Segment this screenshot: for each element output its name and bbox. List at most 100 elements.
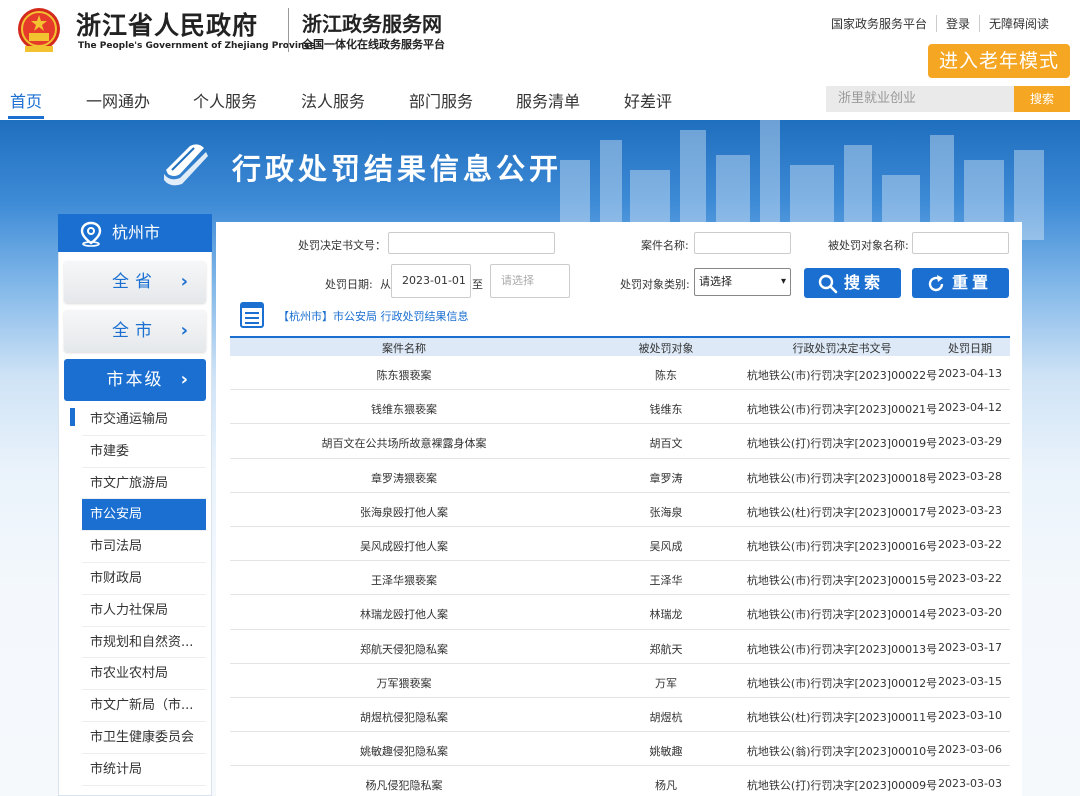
col-doc-no: 行政处罚决定书文号 <box>792 342 892 355</box>
cell-target: 陈东 <box>655 369 677 382</box>
tab-city-level-label: 市本级 <box>106 370 164 390</box>
site-search-input[interactable]: 浙里就业创业 <box>826 86 1014 112</box>
target-name-input[interactable] <box>912 232 1009 254</box>
cell-case-name[interactable]: 章罗涛猥亵案 <box>371 470 437 486</box>
cell-case-name[interactable]: 万军猥亵案 <box>377 675 432 691</box>
sidebar-item-planning-resources[interactable]: 市规划和自然资... <box>82 627 206 659</box>
document-list-icon <box>240 302 264 328</box>
cell-case-name[interactable]: 林瑞龙殴打他人案 <box>360 606 448 622</box>
chevron-right-icon: › <box>180 320 188 341</box>
reset-button-label: 重置 <box>952 273 993 292</box>
cell-doc-no: 杭地铁公(市)行罚决字[2023]00022号 <box>746 369 938 382</box>
search-button-label: 搜索 <box>844 273 885 292</box>
target-name-label: 被处罚对象名称: <box>828 239 909 252</box>
case-name-input[interactable] <box>694 232 791 254</box>
site-search-button[interactable]: 搜索 <box>1014 86 1070 112</box>
cell-date: 2023-03-22 <box>938 572 1002 586</box>
search-button[interactable]: 搜索 <box>804 268 901 298</box>
nav-item-home[interactable]: 首页 <box>10 88 42 112</box>
cell-doc-no: 杭地铁公(市)行罚决字[2023]00018号 <box>746 471 938 485</box>
table-row[interactable]: 王泽华猥亵案 王泽华 杭地铁公(市)行罚决字[2023]00015号 2023-03-… <box>230 561 1010 596</box>
tab-province-label: 全省 <box>112 272 158 292</box>
sidebar-item-agriculture[interactable]: 市农业农村局 <box>82 658 206 691</box>
cell-date: 2023-04-13 <box>938 367 1002 380</box>
elder-mode-button[interactable]: 进入老年模式 <box>928 44 1070 78</box>
col-case-name: 案件名称 <box>382 342 426 355</box>
cell-case-name[interactable]: 胡煜杭侵犯隐私案 <box>360 709 448 725</box>
cell-case-name[interactable]: 姚敏趣侵犯隐私案 <box>360 743 448 759</box>
table-row[interactable]: 钱维东猥亵案 钱维东 杭地铁公(市)行罚决字[2023]00021号 2023-04-… <box>230 390 1010 425</box>
table-row[interactable]: 万军猥亵案 万军 杭地铁公(市)行罚决字[2023]00012号 2023-03-15 <box>230 664 1010 698</box>
nav-item-corporate[interactable]: 法人服务 <box>301 88 365 112</box>
sidebar-item-culture-tourism[interactable]: 市文广旅游局 <box>82 468 206 500</box>
table-row[interactable]: 林瑞龙殴打他人案 林瑞龙 杭地铁公(市)行罚决字[2023]00014号 2023-0… <box>230 595 1010 630</box>
tab-city[interactable]: 全市 › <box>64 310 206 352</box>
tab-province[interactable]: 全省 › <box>64 261 206 303</box>
cell-case-name[interactable]: 王泽华猥亵案 <box>371 572 437 588</box>
sidebar-scrollbar[interactable] <box>70 408 75 426</box>
cell-target: 杨凡 <box>655 779 677 793</box>
table-row[interactable]: 胡煜杭侵犯隐私案 胡煜杭 杭地铁公(杜)行罚决字[2023]00011号 2023-0… <box>230 698 1010 733</box>
book-icon <box>164 144 208 186</box>
banner-title: 行政处罚结果信息公开 <box>232 152 563 186</box>
top-link-login[interactable]: 登录 <box>935 15 979 32</box>
reset-button[interactable]: 重置 <box>912 268 1009 298</box>
sidebar-item-construction[interactable]: 市建委 <box>82 436 206 468</box>
sidebar-item-transport[interactable]: 市交通运输局 <box>82 404 206 436</box>
cell-case-name[interactable]: 张海泉殴打他人案 <box>360 504 448 520</box>
cell-case-name[interactable]: 郑航天侵犯隐私案 <box>360 641 448 657</box>
department-list: 市交通运输局 市建委 市文广旅游局 市公安局 市司法局 市财政局 市人力社保局 … <box>82 404 206 786</box>
sidebar-item-health[interactable]: 市卫生健康委员会 <box>82 722 206 754</box>
chevron-down-icon: ▾ <box>780 276 786 287</box>
cell-target: 王泽华 <box>649 574 683 588</box>
table-row[interactable]: 郑航天侵犯隐私案 郑航天 杭地铁公(市)行罚决字[2023]00013号 2023-0… <box>230 630 1010 664</box>
table-row[interactable]: 杨凡侵犯隐私案 杨凡 杭地铁公(打)行罚决字[2023]00009号 2023-03-… <box>230 766 1010 796</box>
cell-date: 2023-03-20 <box>938 606 1002 620</box>
chevron-right-icon: › <box>180 271 188 292</box>
category-select[interactable]: 请选择 ▾ <box>694 268 791 296</box>
cell-case-name[interactable]: 吴风成殴打他人案 <box>360 538 448 554</box>
brand-divider <box>288 8 289 52</box>
nav-item-rating[interactable]: 好差评 <box>624 88 672 112</box>
nav-item-one-stop[interactable]: 一网通办 <box>86 88 150 112</box>
sidebar-item-statistics[interactable]: 市统计局 <box>82 754 206 786</box>
chevron-right-icon: › <box>180 369 188 390</box>
top-link-accessibility[interactable]: 无障碍阅读 <box>978 15 1058 32</box>
cell-date: 2023-03-29 <box>938 435 1002 449</box>
doc-no-input[interactable] <box>388 232 555 254</box>
cell-doc-no: 杭地铁公(市)行罚决字[2023]00016号 <box>746 539 938 553</box>
nav-item-service-list[interactable]: 服务清单 <box>516 88 580 112</box>
refresh-icon <box>928 275 944 292</box>
nav-item-departments[interactable]: 部门服务 <box>409 88 473 112</box>
cell-case-name[interactable]: 杨凡侵犯隐私案 <box>366 777 443 793</box>
results-table-header: 案件名称 被处罚对象 行政处罚决定书文号 处罚日期 <box>230 336 1010 356</box>
sidebar-item-public-security[interactable]: 市公安局 <box>82 499 206 532</box>
table-row[interactable]: 吴风成殴打他人案 吴风成 杭地铁公(市)行罚决字[2023]00016号 2023-0… <box>230 527 1010 562</box>
cell-date: 2023-03-03 <box>938 777 1002 791</box>
top-link-national-platform[interactable]: 国家政务服务平台 <box>822 15 936 32</box>
case-name-label: 案件名称: <box>641 239 689 252</box>
table-row[interactable]: 章罗涛猥亵案 章罗涛 杭地铁公(市)行罚决字[2023]00018号 2023-03-… <box>230 459 1010 493</box>
cell-case-name[interactable]: 钱维东猥亵案 <box>371 401 437 417</box>
top-links: 国家政务服务平台 登录 无障碍阅读 <box>822 15 1058 32</box>
col-date: 处罚日期 <box>948 342 992 355</box>
table-row[interactable]: 胡百文在公共场所故意裸露身体案 胡百文 杭地铁公(打)行罚决字[2023]00019… <box>230 424 1010 459</box>
table-row[interactable]: 陈东猥亵案 陈东 杭地铁公(市)行罚决字[2023]00022号 2023-04-13 <box>230 356 1010 391</box>
tab-city-level[interactable]: 市本级 › <box>64 359 206 401</box>
cell-case-name[interactable]: 胡百文在公共场所故意裸露身体案 <box>322 435 487 451</box>
sidebar-item-justice[interactable]: 市司法局 <box>82 531 206 563</box>
brand-title[interactable]: 浙江省人民政府 <box>76 6 258 42</box>
site-header: 浙江省人民政府 The People's Government of Zheji… <box>0 0 1080 80</box>
date-start-input[interactable]: 2023-01-01 <box>391 264 471 298</box>
cell-case-name[interactable]: 陈东猥亵案 <box>377 367 432 383</box>
site-title[interactable]: 浙江政务服务网 <box>302 8 442 37</box>
cell-doc-no: 杭地铁公(市)行罚决字[2023]00015号 <box>746 574 938 588</box>
nav-item-personal[interactable]: 个人服务 <box>193 88 257 112</box>
sidebar-item-finance[interactable]: 市财政局 <box>82 563 206 595</box>
table-row[interactable]: 姚敏趣侵犯隐私案 姚敏趣 杭地铁公(翁)行罚决字[2023]00010号 2023-0… <box>230 732 1010 767</box>
date-end-input[interactable]: 请选择 <box>490 264 570 298</box>
table-row[interactable]: 张海泉殴打他人案 张海泉 杭地铁公(杜)行罚决字[2023]00017号 2023-0… <box>230 493 1010 527</box>
sidebar-item-hr-social-security[interactable]: 市人力社保局 <box>82 595 206 627</box>
doc-no-label: 处罚决定书文号： <box>298 239 386 252</box>
sidebar-item-press-publication[interactable]: 市文广新局（市... <box>82 690 206 722</box>
